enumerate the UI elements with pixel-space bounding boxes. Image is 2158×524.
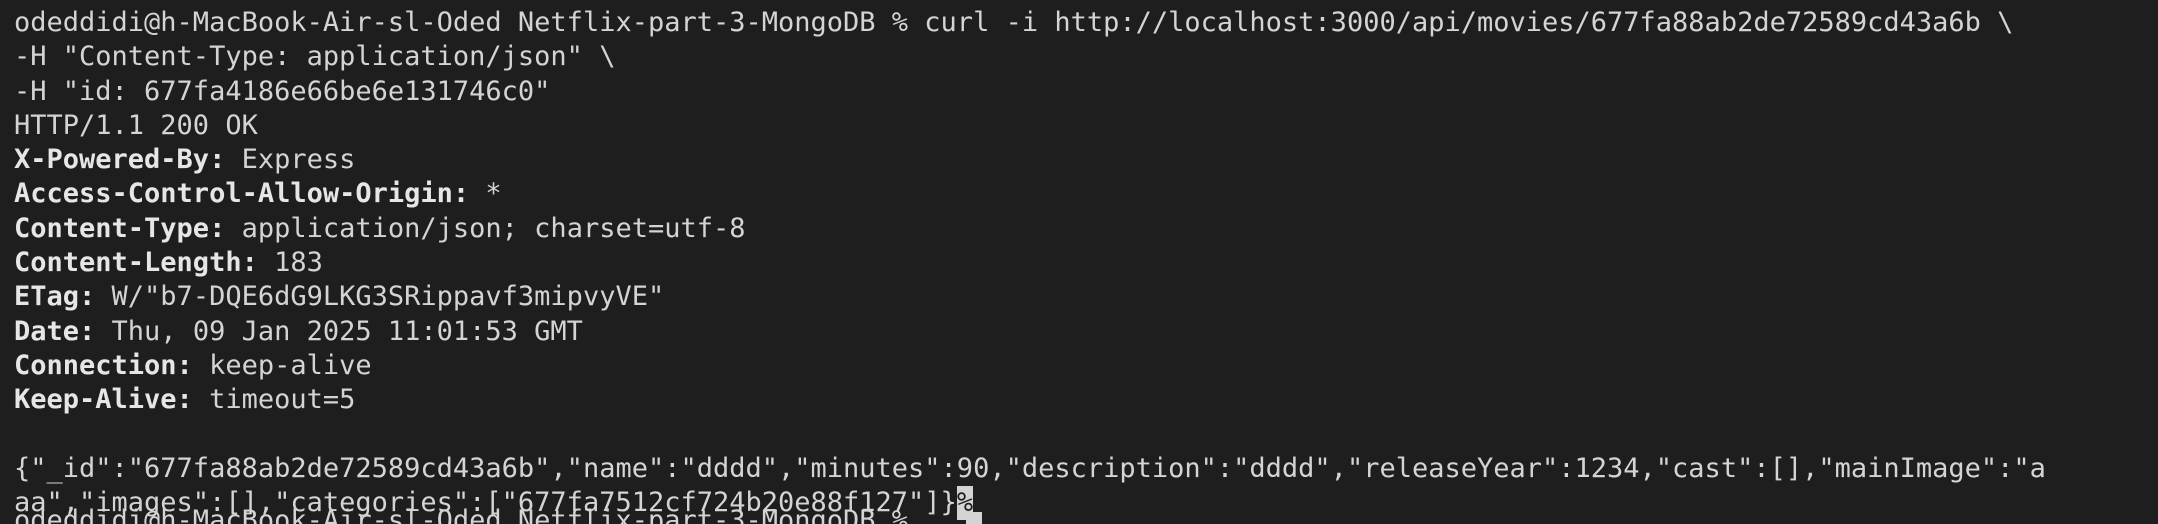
header-line: Date: Thu, 09 Jan 2025 11:01:53 GMT bbox=[14, 315, 2158, 349]
header-value: 183 bbox=[257, 247, 323, 279]
header-key: Content-Type: bbox=[14, 212, 226, 244]
header-key: ETag: bbox=[14, 281, 96, 313]
terminal-window[interactable]: odeddidi@h-MacBook-Air-sl-Oded Netflix-p… bbox=[0, 0, 2158, 524]
header-line: Keep-Alive: timeout=5 bbox=[14, 383, 2158, 417]
header-line: ETag: W/"b7-DQE6dG9LKG3SRippavf3mipvyVE" bbox=[14, 280, 2158, 314]
header-line: X-Powered-By: Express bbox=[14, 143, 2158, 177]
header-value: keep-alive bbox=[192, 349, 372, 381]
http-status-line: HTTP/1.1 200 OK bbox=[14, 109, 258, 141]
json-body-line-1: {"_id":"677fa88ab2de72589cd43a6b","name"… bbox=[14, 452, 2046, 484]
header-key: Connection: bbox=[14, 349, 193, 381]
command-line-2: -H "Content-Type: application/json" \ bbox=[14, 41, 616, 73]
header-value: W/"b7-DQE6dG9LKG3SRippavf3mipvyVE" bbox=[95, 281, 665, 313]
header-key: Content-Length: bbox=[14, 247, 258, 279]
header-line: Content-Type: application/json; charset=… bbox=[14, 212, 2158, 246]
text-cursor[interactable] bbox=[966, 512, 982, 524]
header-key: Date: bbox=[14, 315, 96, 347]
header-line: Content-Length: 183 bbox=[14, 246, 2158, 280]
header-line: Access-Control-Allow-Origin: * bbox=[14, 177, 2158, 211]
next-prompt-partial: odeddidi@h-MacBook-Air-sl-Oded Netflix-p… bbox=[14, 505, 909, 524]
header-line: Connection: keep-alive bbox=[14, 349, 2158, 383]
header-key: Keep-Alive: bbox=[14, 384, 193, 416]
header-value: timeout=5 bbox=[192, 384, 356, 416]
header-value: Express bbox=[225, 144, 356, 176]
header-value: * bbox=[469, 178, 502, 210]
command-line-3: -H "id: 677fa4186e66be6e131746c0" bbox=[14, 75, 551, 107]
header-value: Thu, 09 Jan 2025 11:01:53 GMT bbox=[95, 315, 583, 347]
header-key: Access-Control-Allow-Origin: bbox=[14, 178, 470, 210]
command-line-1: odeddidi@h-MacBook-Air-sl-Oded Netflix-p… bbox=[14, 7, 2014, 38]
header-key: X-Powered-By: bbox=[14, 144, 226, 176]
header-value: application/json; charset=utf-8 bbox=[225, 212, 746, 244]
